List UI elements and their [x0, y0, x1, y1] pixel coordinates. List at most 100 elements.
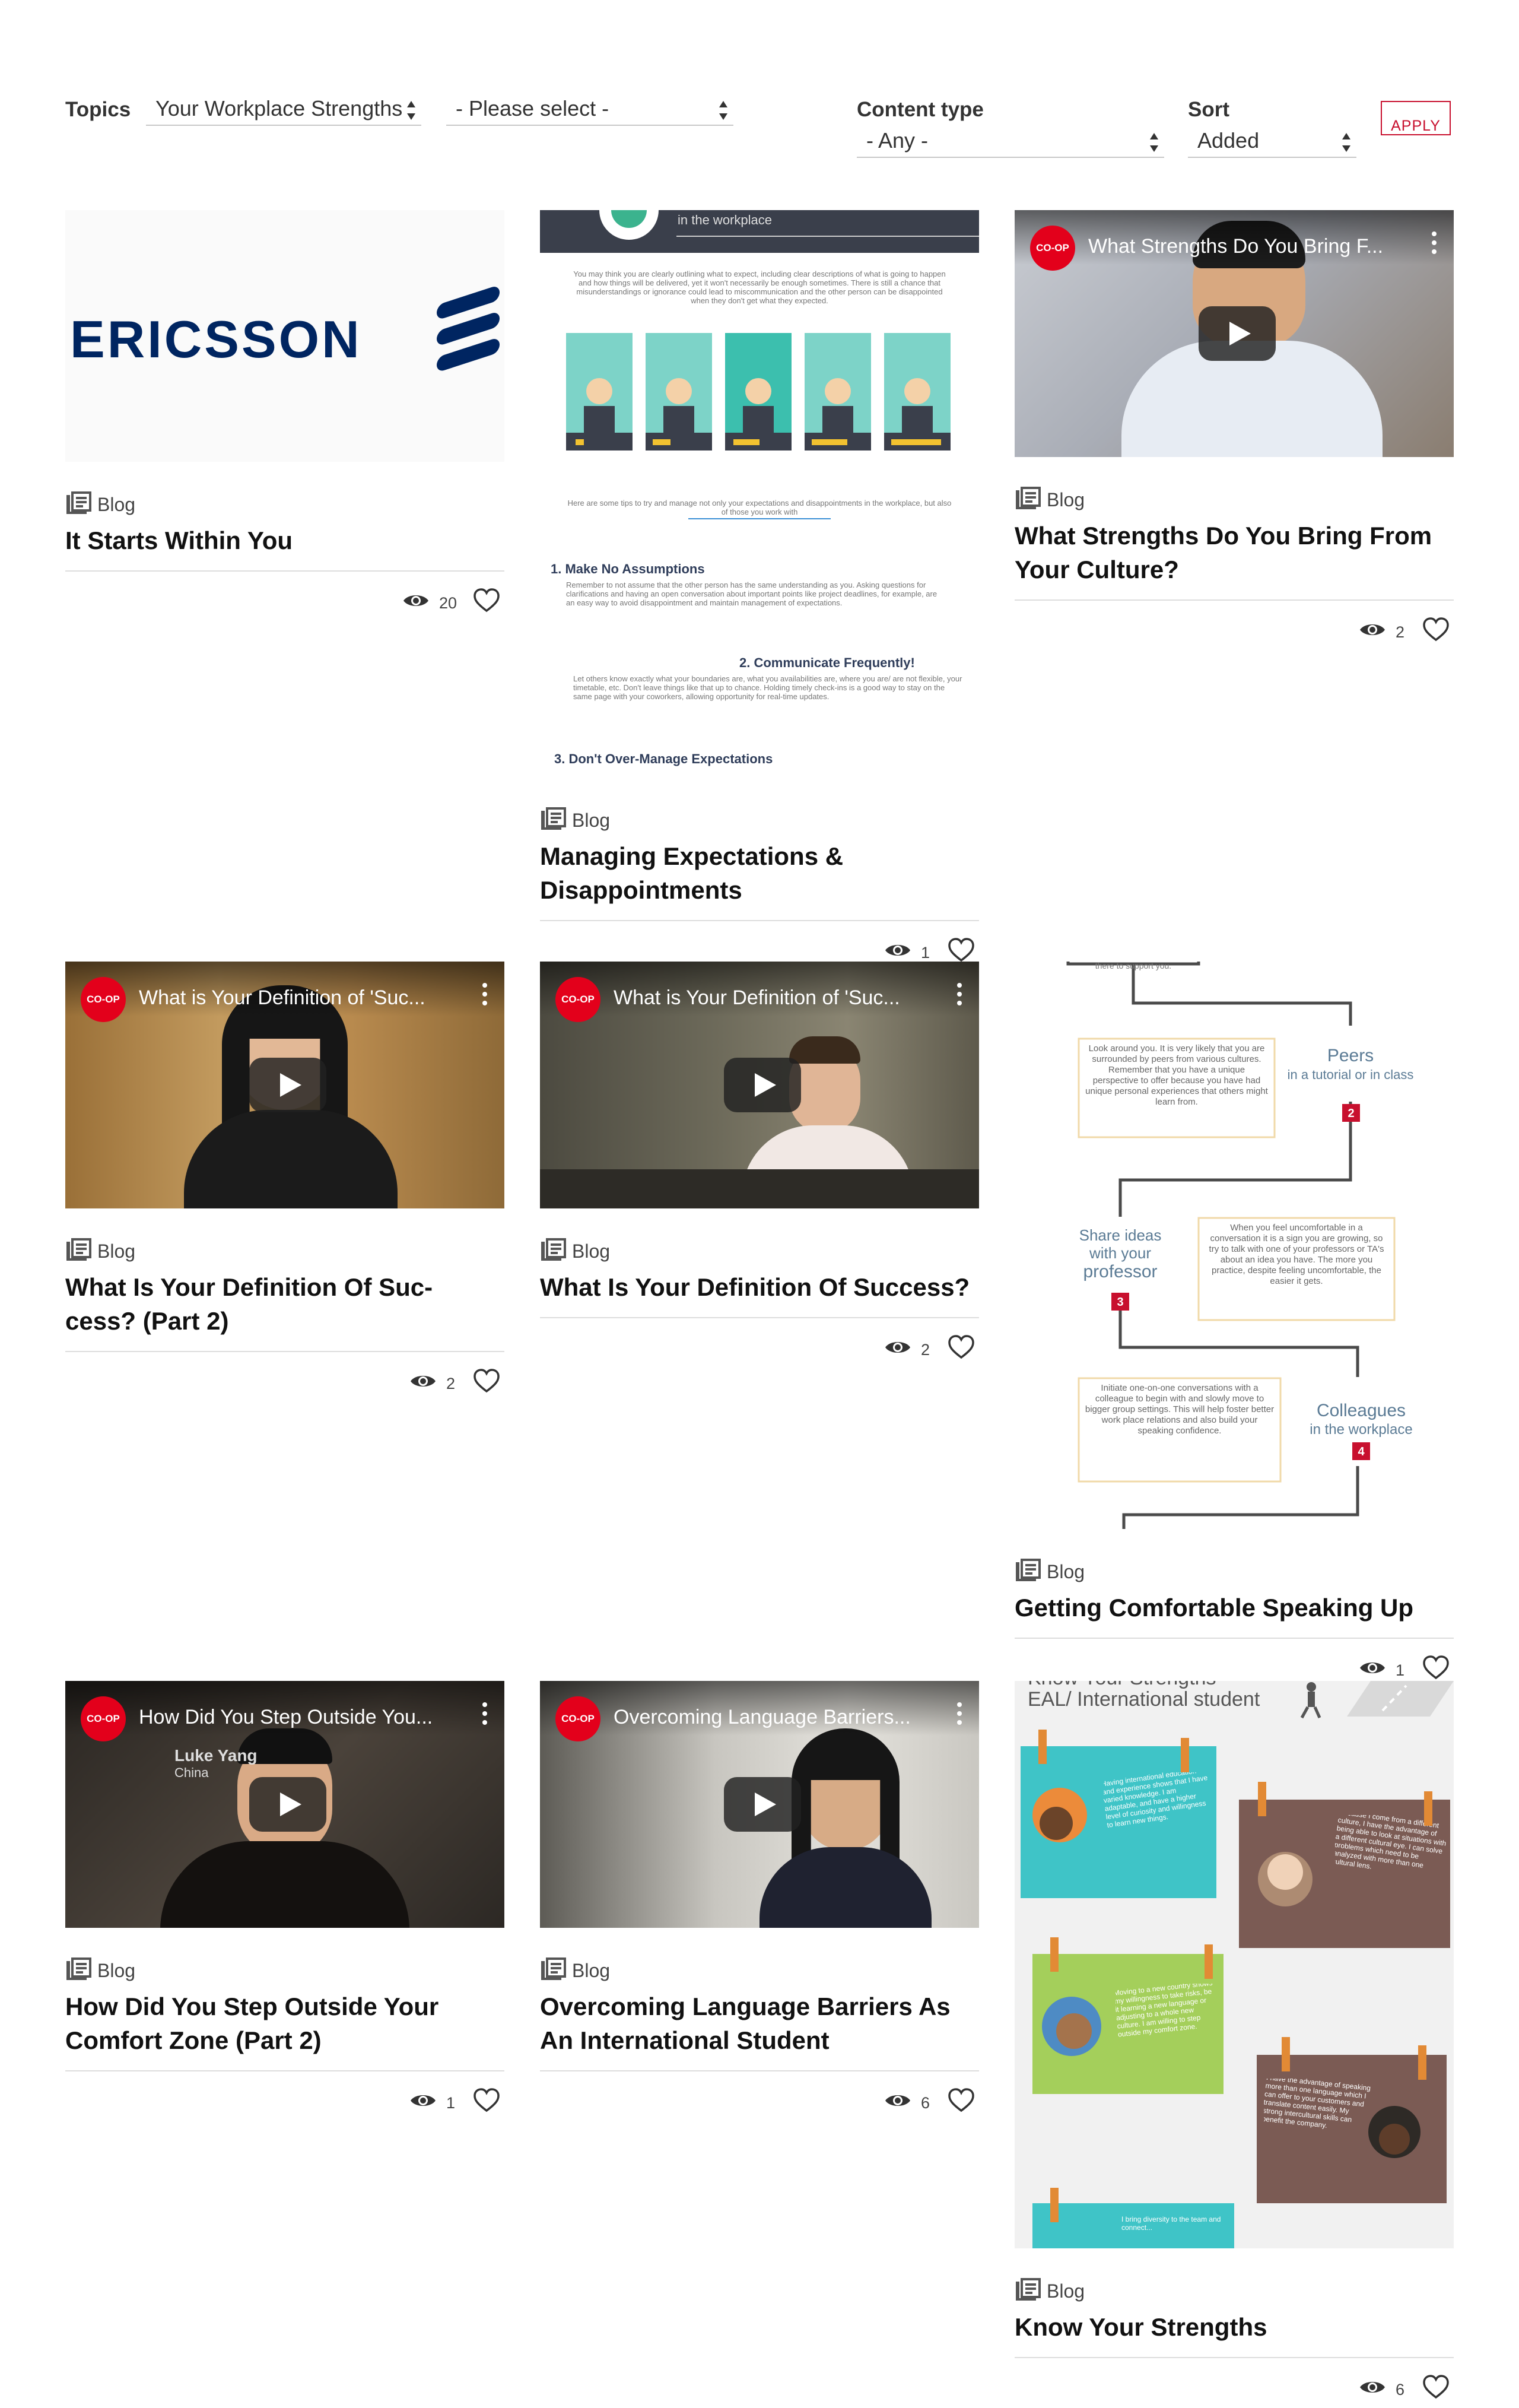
video-title[interactable]: How Did You Step Outside You... [139, 1706, 433, 1729]
card-title[interactable]: Getting Comfortable Speaking Up [1015, 1591, 1454, 1625]
view-count: 6 [921, 2094, 930, 2112]
card-title[interactable]: Managing Expectations & Disappointments [540, 839, 979, 907]
more-options-icon[interactable] [482, 983, 488, 1008]
heart-icon[interactable] [1423, 617, 1449, 642]
divider [540, 2070, 979, 2071]
content-type-label: Blog [572, 1241, 611, 1262]
view-count: 2 [1396, 623, 1405, 641]
topic-select[interactable]: Your Workplace Strengths [146, 95, 421, 126]
blog-icon [1015, 487, 1041, 510]
video-title[interactable]: What Strengths Do You Bring F... [1088, 235, 1383, 258]
strength-note-4: I have the advantage of speaking more th… [1264, 2079, 1371, 2130]
video-title[interactable]: Overcoming Language Barriers... [614, 1706, 911, 1729]
card-meta: Blog [65, 1958, 504, 1986]
play-button-icon[interactable] [724, 1058, 801, 1112]
content-card[interactable]: CO-OP What is Your Definition of 'Suc...… [65, 962, 504, 1402]
subtopic-select[interactable]: - Please select - [446, 95, 733, 126]
infographic-header: in the workplace [678, 212, 772, 227]
apply-button[interactable]: APPLY [1381, 101, 1451, 135]
coop-channel-icon[interactable]: CO-OP [81, 1696, 126, 1741]
play-button-icon[interactable] [724, 1777, 801, 1832]
coop-channel-icon[interactable]: CO-OP [555, 1696, 600, 1741]
play-button-icon[interactable] [249, 1058, 326, 1112]
content-card[interactable]: ERICSSON Blog It Starts Within You 20 [65, 210, 504, 621]
eye-icon [1359, 621, 1386, 639]
coop-channel-icon[interactable]: CO-OP [81, 977, 126, 1022]
more-options-icon[interactable] [482, 1702, 488, 1727]
card-thumbnail[interactable]: in the workplace You may think you are c… [540, 210, 979, 778]
divider [65, 570, 504, 572]
video-player[interactable]: CO-OP What Strengths Do You Bring F... [1015, 210, 1454, 457]
heart-icon[interactable] [474, 2088, 500, 2113]
video-player[interactable]: CO-OP What is Your Definition of 'Suc... [540, 962, 979, 1208]
divider [1015, 2357, 1454, 2358]
sort-value: Added [1197, 128, 1260, 153]
more-options-icon[interactable] [956, 983, 962, 1008]
card-title[interactable]: Know Your Strengths [1015, 2310, 1454, 2344]
card-title[interactable]: Overcoming Language Barriers As An Inter… [540, 1990, 979, 2057]
more-options-icon[interactable] [956, 1702, 962, 1727]
subtopic-select-value: - Please select - [456, 96, 609, 120]
card-title[interactable]: What Is Your Definition Of Success? [540, 1270, 979, 1304]
content-type-select[interactable]: - Any - [857, 127, 1164, 158]
peers-text: Look around you. It is very likely that … [1085, 1043, 1268, 1107]
heart-icon[interactable] [474, 1369, 500, 1394]
filter-bar: Topics Your Workplace Strengths - Please… [0, 0, 1519, 178]
card-stats: 6 [540, 2086, 979, 2121]
content-type-label: Blog [1047, 1561, 1085, 1582]
sort-arrows-icon [1341, 131, 1352, 154]
peers-subtitle: in a tutorial or in class [1288, 1067, 1414, 1082]
peers-title: Peers [1327, 1046, 1374, 1065]
content-type-value: - Any - [866, 128, 929, 153]
coop-channel-icon[interactable]: CO-OP [1030, 226, 1075, 271]
card-meta: Blog [540, 807, 979, 836]
heart-icon[interactable] [474, 588, 500, 613]
card-stats: 2 [65, 1366, 504, 1402]
content-card[interactable]: CO-OP Overcoming Language Barriers... Bl… [540, 1681, 979, 2121]
content-type-label: Blog [97, 1960, 136, 1981]
card-meta: Blog [1015, 2278, 1454, 2307]
view-count: 1 [1396, 1661, 1405, 1679]
heart-icon[interactable] [1423, 2375, 1449, 2400]
infographic-intro: You may think you are clearly outlining … [573, 269, 946, 305]
card-thumbnail[interactable]: Know Your Strengths EAL/ International s… [1015, 1681, 1454, 2248]
heart-icon[interactable] [948, 2088, 974, 2113]
blog-icon [65, 491, 91, 515]
colleagues-subtitle: in the workplace [1310, 1422, 1412, 1438]
more-options-icon[interactable] [1431, 231, 1437, 256]
blog-icon [65, 1238, 91, 1262]
coop-channel-icon[interactable]: CO-OP [555, 977, 600, 1022]
card-thumbnail[interactable]: ERICSSON [65, 210, 504, 462]
strength-note-3: Moving to a new country shows my willing… [1116, 1984, 1213, 2039]
video-title[interactable]: What is Your Definition of 'Suc... [614, 986, 900, 1010]
content-card[interactable]: Luke Yang China CO-OP How Did You Step O… [65, 1681, 504, 2121]
content-card[interactable]: Know Your Strengths EAL/ International s… [1015, 1681, 1454, 2408]
content-card[interactable]: in the workplace You may think you are c… [540, 210, 979, 971]
video-player[interactable]: Luke Yang China CO-OP How Did You Step O… [65, 1681, 504, 1928]
video-title[interactable]: What is Your Definition of 'Suc... [139, 986, 425, 1010]
play-button-icon[interactable] [1199, 306, 1276, 361]
video-player[interactable]: CO-OP What is Your Definition of 'Suc... [65, 962, 504, 1208]
card-title[interactable]: It Starts Within You [65, 524, 504, 557]
card-title[interactable]: How Did You Step Outside Your Comfort Zo… [65, 1990, 504, 2057]
topic-select-value: Your Workplace Strengths [155, 96, 403, 120]
colleagues-number: 4 [1358, 1445, 1365, 1458]
card-thumbnail[interactable]: there to support you. Look around you. I… [1015, 962, 1454, 1529]
svg-text:Share ideas: Share ideas [1079, 1226, 1162, 1244]
heart-icon[interactable] [948, 1335, 974, 1360]
play-button-icon[interactable] [249, 1777, 326, 1832]
card-title[interactable]: What Strengths Do You Bring From Your Cu… [1015, 519, 1454, 586]
content-card[interactable]: there to support you. Look around you. I… [1015, 962, 1454, 1689]
professor-text: When you feel uncomfortable in a convers… [1209, 1223, 1384, 1286]
video-player[interactable]: CO-OP Overcoming Language Barriers... [540, 1681, 979, 1928]
sort-arrows-icon [1149, 131, 1159, 154]
card-title[interactable]: What Is Your Definition Of Suc- cess? (P… [65, 1270, 504, 1338]
heart-icon[interactable] [948, 938, 974, 963]
heart-icon[interactable] [1423, 1655, 1449, 1680]
top-text: there to support you. [1095, 962, 1171, 970]
view-count: 20 [439, 594, 457, 612]
sort-select[interactable]: Added [1188, 127, 1356, 158]
card-stats: 2 [540, 1333, 979, 1368]
content-card[interactable]: CO-OP What is Your Definition of 'Suc...… [540, 962, 979, 1368]
content-card[interactable]: CO-OP What Strengths Do You Bring F... B… [1015, 210, 1454, 651]
